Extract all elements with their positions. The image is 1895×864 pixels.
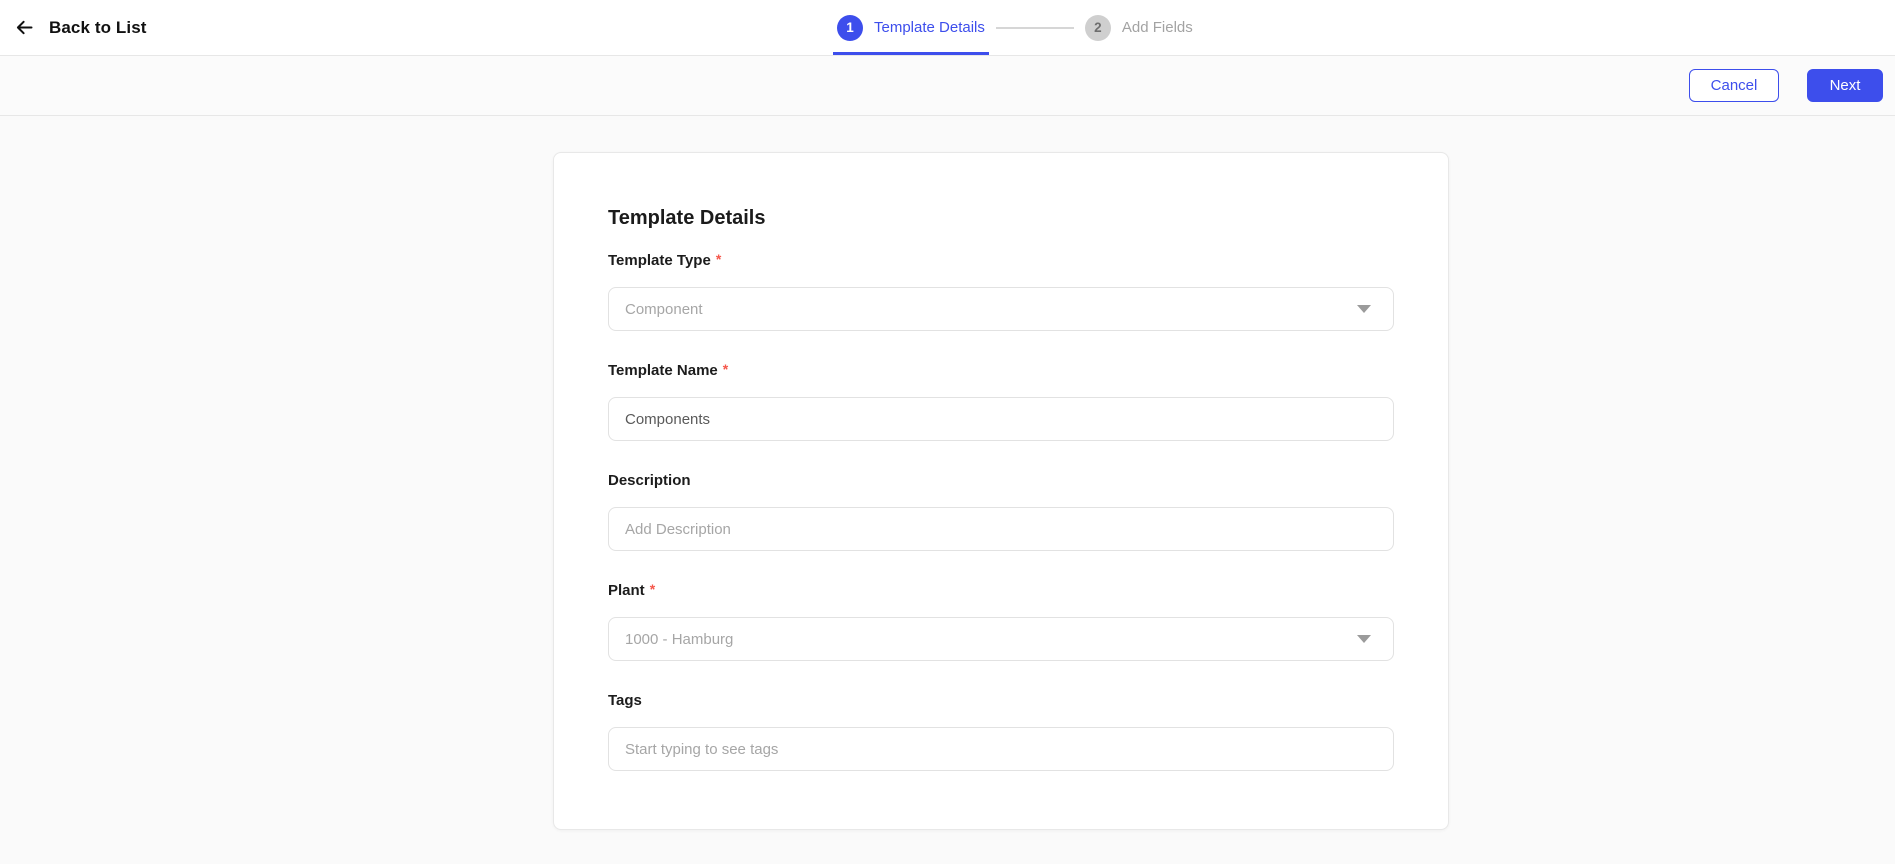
plant-label: Plant <box>608 582 645 599</box>
tags-input[interactable] <box>608 727 1394 771</box>
arrow-left-icon <box>14 17 35 38</box>
description-input[interactable] <box>608 507 1394 551</box>
field-description: Description <box>608 471 1394 551</box>
template-type-value: Component <box>625 300 703 318</box>
step-2-label: Add Fields <box>1121 19 1193 36</box>
back-to-list-button[interactable]: Back to List <box>14 0 147 55</box>
card-title: Template Details <box>608 207 766 229</box>
description-label: Description <box>608 472 691 489</box>
caret-down-icon <box>1357 635 1371 643</box>
stepper: 1 Template Details 2 Add Fields <box>833 0 1195 55</box>
required-asterisk: * <box>649 581 656 597</box>
back-to-list-label: Back to List <box>49 17 147 37</box>
field-template-type: Template Type * Component <box>608 251 1394 331</box>
step-1-circle: 1 <box>837 14 863 41</box>
field-plant: Plant * 1000 - Hamburg <box>608 581 1394 661</box>
next-button[interactable]: Next <box>1807 69 1883 102</box>
step-connector-line <box>995 26 1074 29</box>
cancel-button[interactable]: Cancel <box>1689 69 1779 102</box>
template-name-input[interactable] <box>608 397 1394 441</box>
required-asterisk: * <box>715 251 722 267</box>
tags-label: Tags <box>608 692 642 709</box>
template-type-select[interactable]: Component <box>608 287 1394 331</box>
template-details-card: Template Details Template Type * Compone… <box>553 152 1449 830</box>
active-step-indicator <box>833 52 989 55</box>
action-toolbar: Cancel Next <box>0 56 1895 116</box>
step-template-details[interactable]: 1 Template Details <box>833 0 989 55</box>
top-header: Back to List 1 Template Details 2 Add Fi… <box>0 0 1895 56</box>
plant-select[interactable]: 1000 - Hamburg <box>608 617 1394 661</box>
caret-down-icon <box>1357 305 1371 313</box>
template-type-label: Template Type <box>608 252 711 269</box>
template-name-label: Template Name <box>608 362 718 379</box>
app-root: Back to List 1 Template Details 2 Add Fi… <box>0 0 1895 863</box>
step-2-circle: 2 <box>1084 14 1111 41</box>
page-background: Template Details Template Type * Compone… <box>0 116 1895 863</box>
field-tags: Tags <box>608 691 1394 771</box>
field-template-name: Template Name * <box>608 361 1394 441</box>
required-asterisk: * <box>722 361 729 377</box>
plant-value: 1000 - Hamburg <box>625 630 734 648</box>
step-1-label: Template Details <box>874 19 985 36</box>
step-add-fields[interactable]: 2 Add Fields <box>1083 0 1195 55</box>
